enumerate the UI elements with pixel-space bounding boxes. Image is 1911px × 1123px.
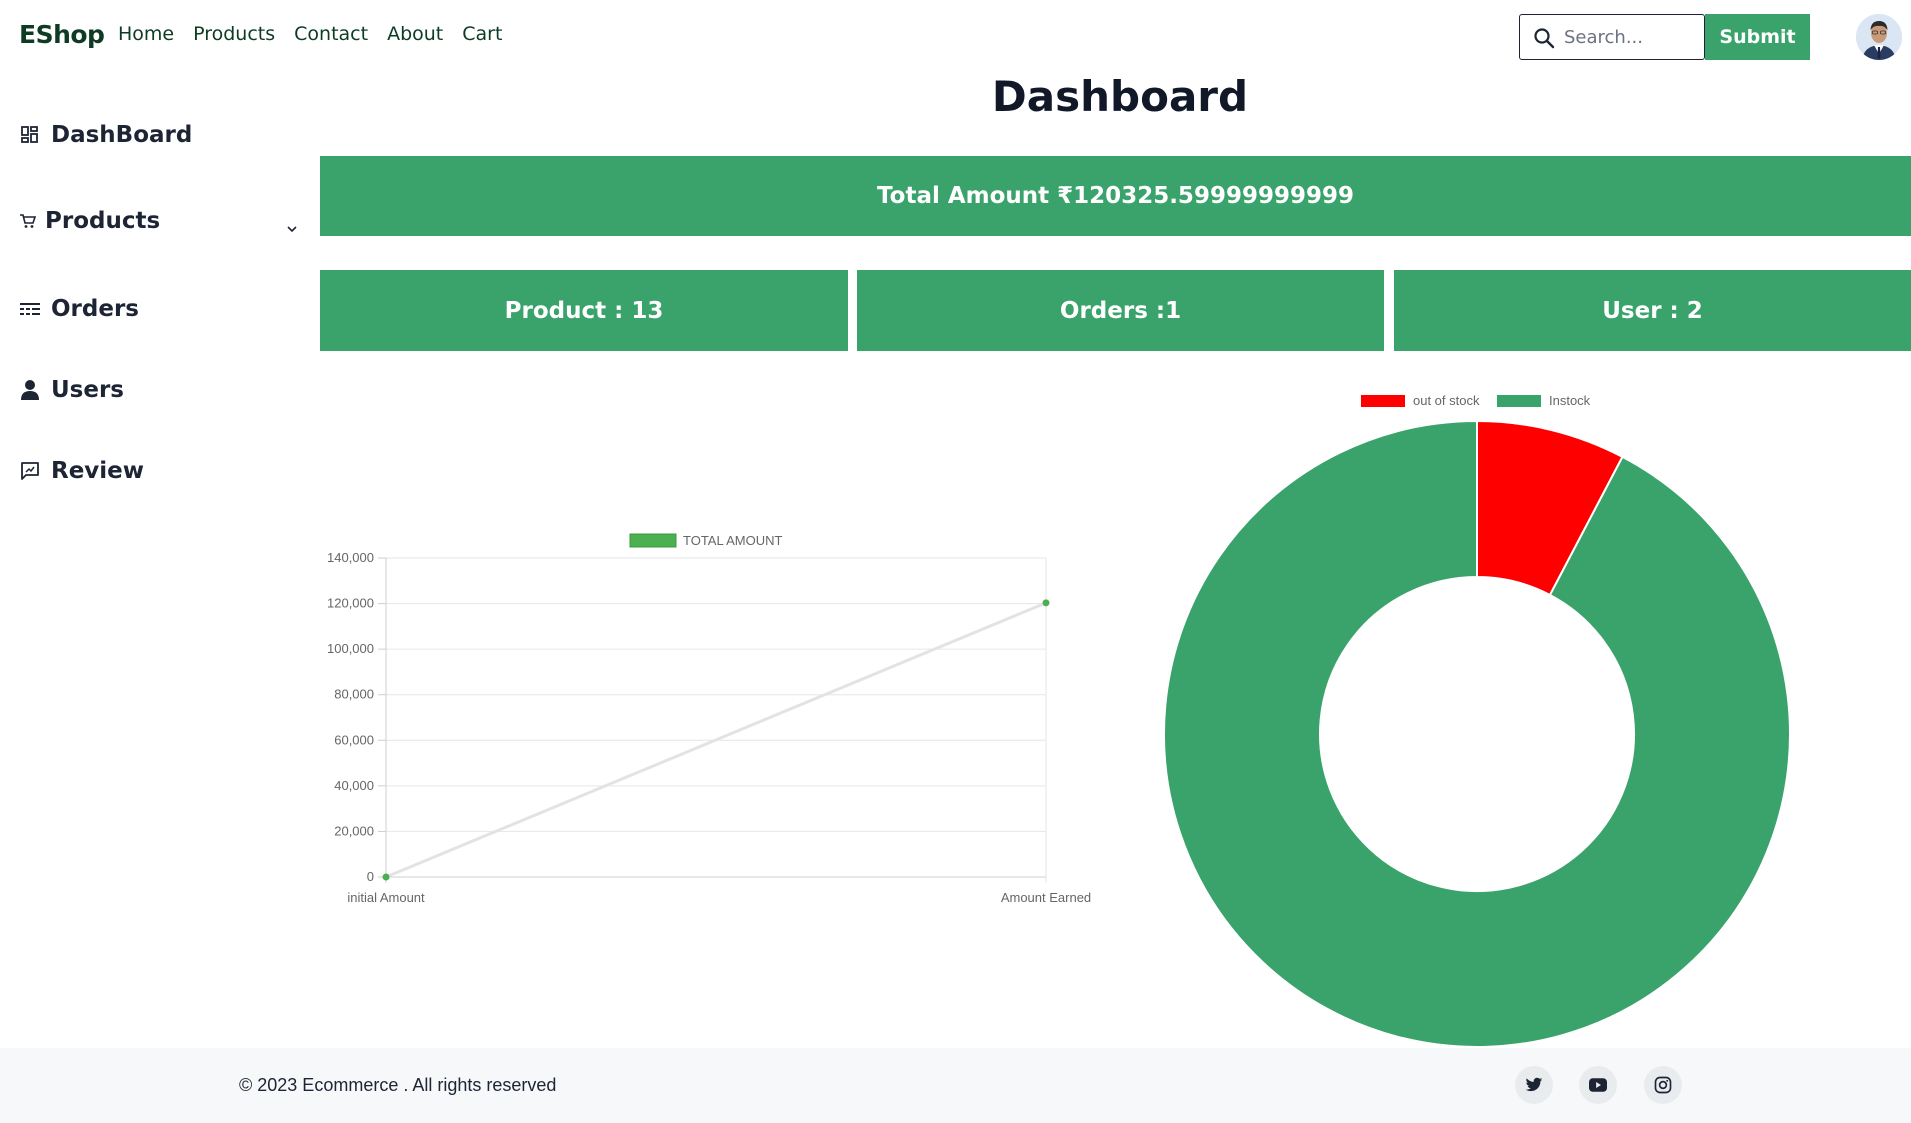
y-tick-label: 120,000 — [327, 596, 374, 611]
y-tick-label: 0 — [367, 869, 374, 884]
copyright-text: © 2023 Ecommerce . All rights reserved — [239, 1075, 557, 1095]
line-chart: TOTAL AMOUNT 0 20,000 40,000 60,000 80,000 100… — [327, 533, 1091, 905]
submit-button[interactable]: Submit — [1705, 14, 1810, 60]
x-tick-label: Amount Earned — [1001, 890, 1091, 905]
avatar[interactable] — [1856, 14, 1902, 60]
legend-label: out of stock — [1413, 393, 1480, 408]
sidebar-item-label: Review — [51, 458, 145, 484]
page-title: Dashboard — [991, 72, 1249, 121]
sidebar-item-products[interactable]: Products — [19, 208, 160, 234]
nav-link-about[interactable]: About — [387, 23, 443, 45]
nav-link-products[interactable]: Products — [193, 23, 275, 45]
y-tick-label: 140,000 — [327, 550, 374, 565]
footer: © 2023 Ecommerce . All rights reserved — [0, 1048, 1911, 1123]
sidebar-item-orders[interactable]: Orders — [19, 296, 139, 322]
legend-swatch — [1361, 395, 1405, 407]
review-icon — [19, 460, 41, 482]
product-count-card: Product : 13 — [320, 270, 848, 351]
search-icon — [1534, 28, 1555, 49]
legend-swatch — [1497, 395, 1541, 407]
search-box — [1519, 14, 1705, 60]
instagram-icon[interactable] — [1644, 1066, 1682, 1104]
cart-icon — [19, 210, 37, 232]
sidebar-item-label: Orders — [51, 296, 139, 322]
twitter-icon[interactable] — [1515, 1066, 1553, 1104]
legend-swatch — [629, 533, 677, 548]
nav-link-cart[interactable]: Cart — [462, 23, 502, 45]
brand-logo[interactable]: EShop — [19, 20, 105, 49]
user-icon — [19, 379, 41, 401]
sidebar-item-review[interactable]: Review — [19, 458, 144, 484]
sidebar-item-dashboard[interactable]: DashBoard — [19, 122, 192, 148]
data-point — [1042, 599, 1050, 607]
sidebar-item-label: Products — [45, 208, 161, 234]
legend-label: Instock — [1549, 393, 1591, 408]
navbar: EShop Home Products Contact About Cart S… — [0, 0, 1911, 72]
x-tick-label: initial Amount — [347, 890, 425, 905]
donut-slice — [1163, 419, 1791, 1048]
total-amount-card: Total Amount ₹120325.59999999999 — [320, 156, 1911, 236]
y-tick-label: 20,000 — [334, 823, 374, 838]
data-point — [382, 873, 390, 881]
legend-label: TOTAL AMOUNT — [683, 533, 782, 548]
orders-icon — [19, 298, 41, 320]
nav-links: Home Products Contact About Cart — [118, 23, 521, 45]
nav-link-home[interactable]: Home — [118, 23, 174, 45]
search-input[interactable] — [1564, 21, 1694, 53]
sidebar-item-users[interactable]: Users — [19, 377, 124, 403]
youtube-icon[interactable] — [1579, 1066, 1617, 1104]
chevron-down-icon[interactable] — [285, 222, 299, 236]
y-tick-label: 80,000 — [334, 687, 374, 702]
dashboard-icon — [19, 124, 41, 146]
y-tick-label: 100,000 — [327, 641, 374, 656]
y-tick-label: 40,000 — [334, 778, 374, 793]
nav-link-contact[interactable]: Contact — [294, 23, 368, 45]
sidebar-item-label: Users — [51, 377, 124, 403]
y-tick-label: 60,000 — [334, 732, 374, 747]
sidebar-item-label: DashBoard — [51, 122, 193, 148]
users-count-card: User : 2 — [1394, 270, 1911, 351]
donut-chart: out of stock Instock — [1163, 393, 1791, 1048]
orders-count-card: Orders :1 — [857, 270, 1384, 351]
